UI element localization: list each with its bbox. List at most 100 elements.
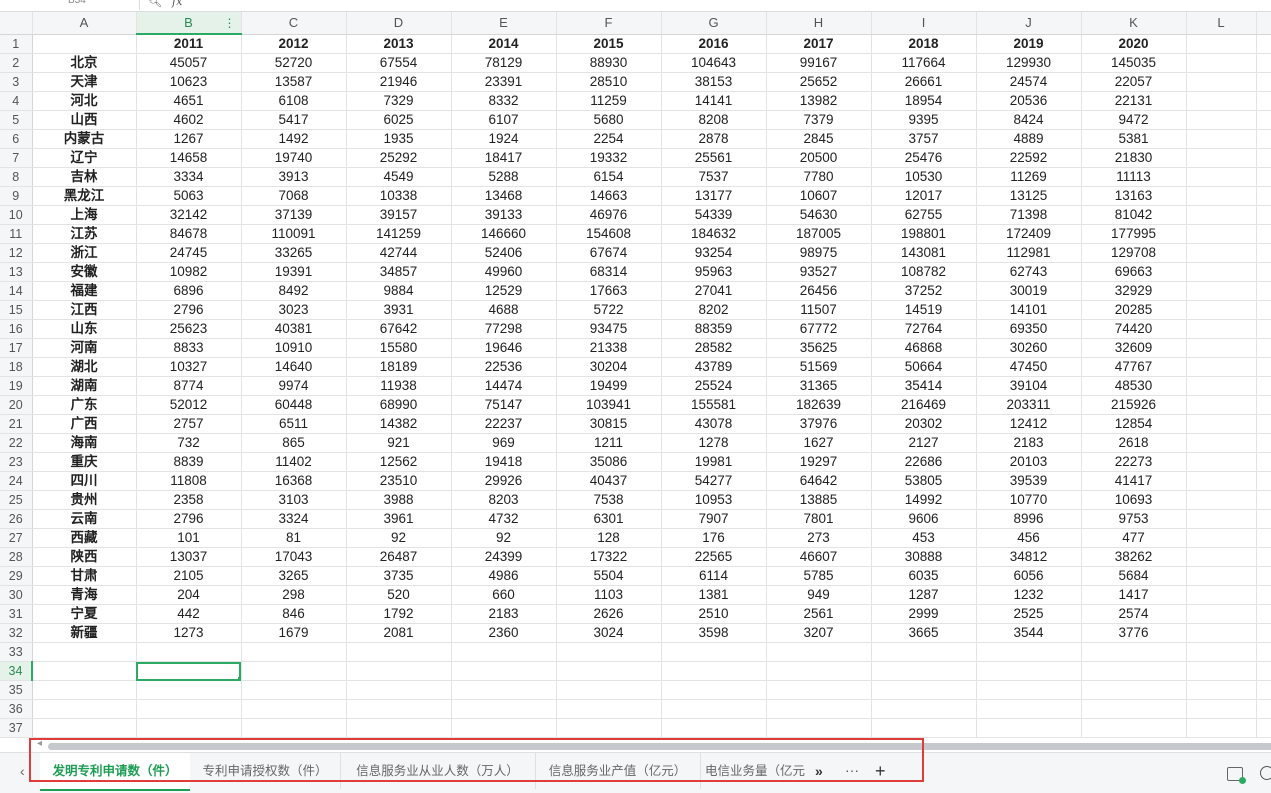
cell[interactable]: 46607 (766, 547, 872, 567)
cell[interactable]: 2878 (661, 129, 767, 149)
row-header[interactable]: 17 (0, 338, 33, 358)
cell[interactable]: 30204 (556, 357, 662, 377)
cell[interactable] (32, 34, 137, 54)
row-header[interactable]: 3 (0, 72, 33, 92)
cell[interactable]: 5722 (556, 300, 662, 320)
cell[interactable]: 12017 (871, 186, 977, 206)
cell[interactable]: 477 (1081, 528, 1187, 548)
sheet-status-icon[interactable] (1227, 767, 1246, 784)
cell[interactable]: 6056 (976, 566, 1082, 586)
cell[interactable] (661, 642, 767, 662)
cell[interactable]: 14640 (241, 357, 347, 377)
cell[interactable]: 北京 (32, 53, 137, 73)
cell[interactable] (1186, 34, 1257, 54)
cell[interactable]: 15580 (346, 338, 452, 358)
cell[interactable] (1081, 718, 1187, 738)
cell[interactable]: 67642 (346, 319, 452, 339)
cell[interactable]: 129930 (976, 53, 1082, 73)
cell[interactable]: 101 (136, 528, 242, 548)
cell[interactable]: 6107 (451, 110, 557, 130)
sheet-tab-3[interactable]: 信息服务业产值（亿元） (535, 753, 701, 789)
cell[interactable]: 24745 (136, 243, 242, 263)
cell[interactable]: 浙江 (32, 243, 137, 263)
cell[interactable]: 13587 (241, 72, 347, 92)
cell[interactable]: 3324 (241, 509, 347, 529)
cell[interactable] (1081, 642, 1187, 662)
cell[interactable] (661, 699, 767, 719)
cell[interactable]: 2358 (136, 490, 242, 510)
cell[interactable]: 14658 (136, 148, 242, 168)
cell[interactable]: 4549 (346, 167, 452, 187)
cell[interactable]: 298 (241, 585, 347, 605)
cell[interactable]: 110091 (241, 224, 347, 244)
cell[interactable]: 93475 (556, 319, 662, 339)
cell[interactable]: 27041 (661, 281, 767, 301)
horizontal-scrollbar[interactable]: ◂ (32, 738, 1271, 752)
cell[interactable] (32, 680, 137, 700)
cell[interactable]: 25292 (346, 148, 452, 168)
cell[interactable]: 3665 (871, 623, 977, 643)
cell[interactable]: 13468 (451, 186, 557, 206)
row-header[interactable]: 34 (0, 661, 33, 681)
cell[interactable]: 22565 (661, 547, 767, 567)
cell[interactable]: 2012 (241, 34, 347, 54)
row-header[interactable]: 30 (0, 585, 33, 605)
cell[interactable]: 68314 (556, 262, 662, 282)
cell[interactable]: 2183 (976, 433, 1082, 453)
cell[interactable]: 442 (136, 604, 242, 624)
cell[interactable] (346, 680, 452, 700)
row-header[interactable]: 6 (0, 129, 33, 149)
cell[interactable]: 1935 (346, 129, 452, 149)
cell[interactable]: 1211 (556, 433, 662, 453)
cell[interactable]: 84678 (136, 224, 242, 244)
cell[interactable]: 7537 (661, 167, 767, 187)
cell[interactable] (976, 699, 1082, 719)
cell[interactable]: 8424 (976, 110, 1082, 130)
cell[interactable] (1186, 471, 1257, 491)
cell[interactable] (1186, 53, 1257, 73)
cell[interactable]: 海南 (32, 433, 137, 453)
cell[interactable]: 9606 (871, 509, 977, 529)
row-header[interactable]: 10 (0, 205, 33, 225)
cell[interactable] (136, 718, 242, 738)
cell[interactable]: 71398 (976, 205, 1082, 225)
cell[interactable]: 14101 (976, 300, 1082, 320)
cell[interactable]: 46976 (556, 205, 662, 225)
cell[interactable]: 2081 (346, 623, 452, 643)
cell[interactable] (766, 699, 872, 719)
cell[interactable]: 54630 (766, 205, 872, 225)
cell[interactable] (766, 661, 872, 681)
cell[interactable]: 88930 (556, 53, 662, 73)
row-header[interactable]: 16 (0, 319, 33, 339)
cell[interactable]: 2018 (871, 34, 977, 54)
cell[interactable]: 104643 (661, 53, 767, 73)
cell[interactable]: 3598 (661, 623, 767, 643)
cell[interactable] (661, 680, 767, 700)
cell[interactable]: 河北 (32, 91, 137, 111)
cell[interactable] (346, 718, 452, 738)
cell[interactable]: 143081 (871, 243, 977, 263)
cell[interactable]: 贵州 (32, 490, 137, 510)
cell[interactable] (1081, 680, 1187, 700)
cell[interactable]: 37252 (871, 281, 977, 301)
cell[interactable]: 47767 (1081, 357, 1187, 377)
cell[interactable]: 26661 (871, 72, 977, 92)
cell[interactable] (661, 661, 767, 681)
cell[interactable] (871, 642, 977, 662)
cell[interactable]: 520 (346, 585, 452, 605)
cell[interactable]: 10623 (136, 72, 242, 92)
cell[interactable]: 30260 (976, 338, 1082, 358)
cell[interactable]: 12412 (976, 414, 1082, 434)
cell[interactable]: 75147 (451, 395, 557, 415)
cell[interactable]: 3931 (346, 300, 452, 320)
cell[interactable]: 11269 (976, 167, 1082, 187)
cell[interactable]: 24399 (451, 547, 557, 567)
cell[interactable]: 天津 (32, 72, 137, 92)
cell[interactable]: 福建 (32, 281, 137, 301)
cell[interactable]: 4651 (136, 91, 242, 111)
cell[interactable]: 2561 (766, 604, 872, 624)
cell[interactable] (32, 642, 137, 662)
cell[interactable]: 128 (556, 528, 662, 548)
row-header[interactable]: 23 (0, 452, 33, 472)
cell[interactable] (136, 699, 242, 719)
